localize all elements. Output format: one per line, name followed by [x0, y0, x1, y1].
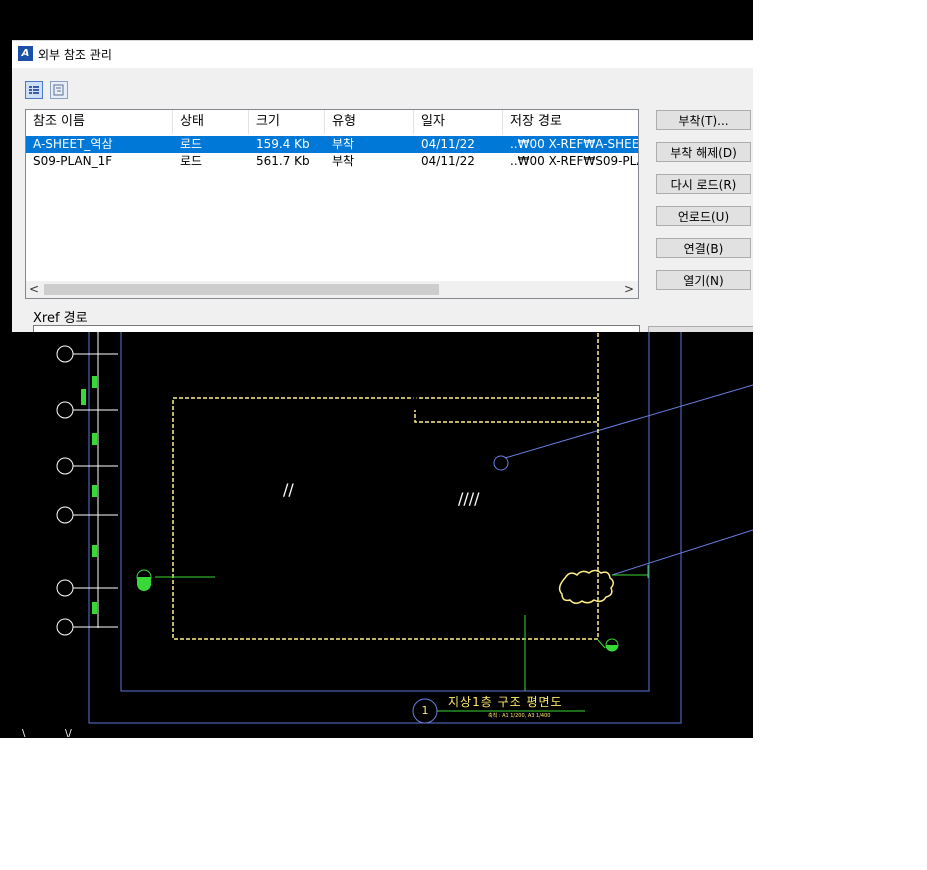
list-header: 참조 이름 상태 크기 유형 일자 저장 경로 — [26, 110, 638, 135]
column-header-date[interactable]: 일자 — [414, 110, 503, 134]
table-row[interactable]: S09-PLAN_1F 로드 561.7 Kb 부착 04/11/22 ..₩0… — [26, 153, 638, 170]
app-icon: A — [18, 46, 33, 61]
cell-path: ..₩00 X-REF₩S09-PLAN — [510, 154, 638, 168]
unload-button[interactable]: 언로드(U) — [656, 206, 751, 226]
scroll-right-icon[interactable]: > — [624, 281, 634, 298]
open-button[interactable]: 열기(N) — [656, 270, 751, 290]
leader-line — [611, 529, 753, 576]
column-header-name[interactable]: 참조 이름 — [26, 110, 173, 134]
grid-bubbles — [56, 345, 118, 636]
cell-name: A-SHEET_역삼 — [33, 137, 113, 151]
floor-plan-outline — [172, 397, 599, 640]
hatch-mark: // — [283, 480, 294, 499]
tree-view-icon[interactable] — [50, 81, 68, 99]
xref-path-label: Xref 경로 — [33, 311, 88, 326]
leader-circle — [493, 455, 509, 471]
column-header-size[interactable]: 크기 — [249, 110, 325, 134]
cell-type: 부착 — [332, 154, 355, 168]
room-outline — [414, 329, 599, 423]
column-header-status[interactable]: 상태 — [173, 110, 249, 134]
scroll-thumb[interactable] — [44, 284, 439, 295]
cell-size: 561.7 Kb — [256, 154, 310, 168]
column-header-type[interactable]: 유형 — [325, 110, 414, 134]
cell-type: 부착 — [332, 137, 355, 151]
cell-path: ..₩00 X-REF₩A-SHEET — [510, 137, 638, 151]
cell-status: 로드 — [180, 154, 203, 168]
inner-frame — [120, 329, 650, 692]
cell-date: 04/11/22 — [421, 137, 475, 151]
horizontal-scrollbar[interactable]: < > — [26, 281, 638, 298]
scroll-left-icon[interactable]: < — [29, 281, 39, 298]
drawing-title: 지상1층 구조 평면도 — [448, 695, 563, 709]
reference-list[interactable]: 참조 이름 상태 크기 유형 일자 저장 경로 A-SHEET_역삼 로드 15… — [25, 109, 639, 299]
dialog-titlebar[interactable]: A 외부 참조 관리 — [12, 41, 753, 68]
column-header-path[interactable]: 저장 경로 — [503, 110, 638, 134]
drawing-scale-note: 축척 : A1 1/200, A3 1/400 — [488, 713, 551, 719]
drawing-number: 1 — [421, 704, 429, 717]
cell-size: 159.4 Kb — [256, 137, 310, 151]
cell-date: 04/11/22 — [421, 154, 475, 168]
detach-button[interactable]: 부착 해제(D) — [656, 142, 751, 162]
xref-path-field[interactable] — [33, 325, 640, 332]
dialog-title: 외부 참조 관리 — [38, 48, 112, 62]
outer-frame — [88, 329, 682, 724]
attach-button[interactable]: 부착(T)... — [656, 110, 751, 130]
svg-text:\: \ — [22, 728, 26, 738]
reload-button[interactable]: 다시 로드(R) — [656, 174, 751, 194]
svg-text:\/: \/ — [65, 728, 72, 738]
cell-status: 로드 — [180, 137, 203, 151]
bind-button[interactable]: 연결(B) — [656, 238, 751, 258]
table-row[interactable]: A-SHEET_역삼 로드 159.4 Kb 부착 04/11/22 ..₩00… — [26, 136, 638, 153]
hatch-mark: //// — [458, 489, 480, 508]
revision-cloud — [558, 569, 614, 604]
cell-name: S09-PLAN_1F — [33, 154, 113, 168]
list-view-icon[interactable] — [25, 81, 43, 99]
browse-button[interactable] — [648, 326, 753, 332]
external-references-dialog: A 외부 참조 관리 참조 이름 상태 크기 유형 일자 저장 경로 A-SHE… — [12, 40, 753, 332]
